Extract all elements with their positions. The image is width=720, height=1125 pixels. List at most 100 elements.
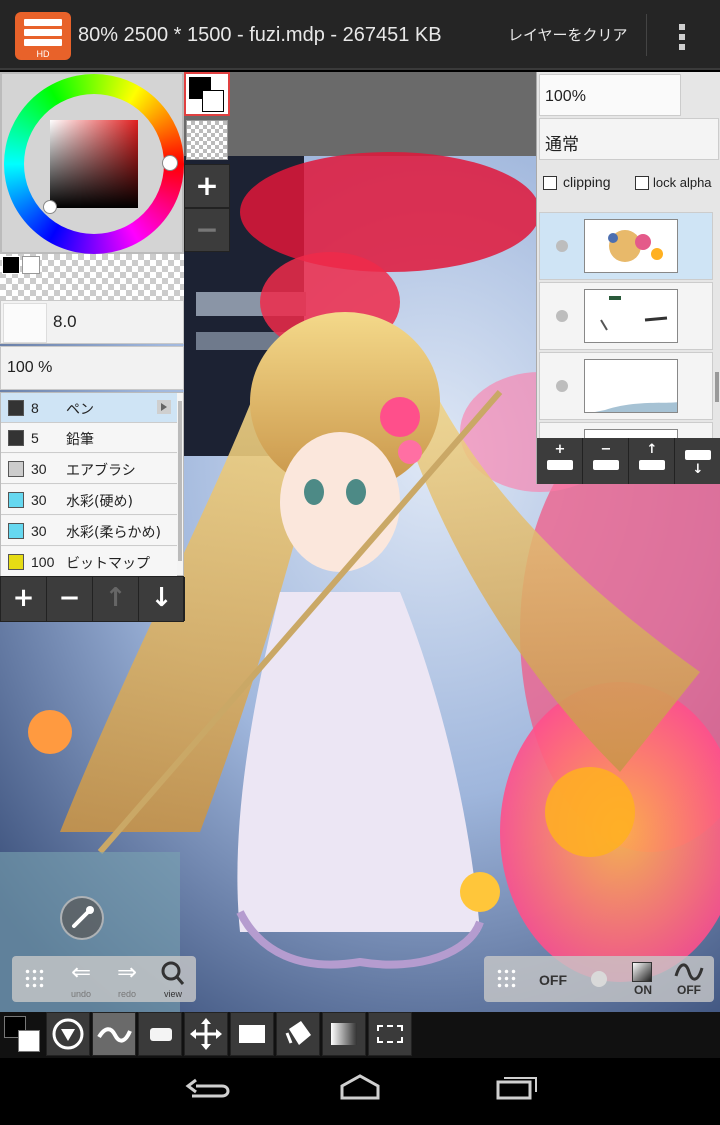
action-bar: HD 80% 2500 * 1500 - fuzi.mdp - 267451 K…: [0, 0, 720, 70]
brush-size-control[interactable]: 8.0: [0, 300, 184, 344]
hd-label: HD: [36, 49, 50, 59]
brush-item-bitmap[interactable]: 100 ビットマップ: [1, 547, 177, 577]
layer-thumbnail: [584, 359, 678, 413]
clipping-checkbox[interactable]: [543, 176, 557, 190]
move-brush-up-button[interactable]: ↑: [93, 577, 139, 621]
move-brush-down-button[interactable]: ↓: [139, 577, 185, 621]
document-title: 80% 2500 * 1500 - fuzi.mdp - 267451 KB: [78, 24, 442, 46]
brush-item-size: 100: [31, 554, 55, 570]
layer-row[interactable]: [539, 212, 713, 280]
hue-knob[interactable]: [162, 155, 178, 171]
add-layer-button[interactable]: +: [537, 438, 583, 484]
brush-actions: + − ↑ ↓: [0, 576, 185, 622]
layer-visibility-icon[interactable]: [556, 240, 568, 252]
brush-settings-arrow-icon[interactable]: [157, 400, 171, 414]
layer-row[interactable]: [539, 282, 713, 350]
layer-row[interactable]: [539, 422, 713, 438]
redo-button[interactable]: ⇒ redo: [104, 956, 150, 1002]
layer-thumbnail-image: [608, 230, 663, 262]
move-layer-up-button[interactable]: ↑: [629, 438, 675, 484]
gradient-square-icon: [632, 962, 652, 982]
remove-brush-button[interactable]: −: [47, 577, 93, 621]
blend-mode-select[interactable]: 通常: [539, 118, 719, 160]
color-picker[interactable]: [0, 72, 184, 254]
move-tool[interactable]: [184, 1012, 228, 1056]
brush-item-pen[interactable]: 8 ペン: [1, 393, 177, 423]
eyedropper-button[interactable]: [60, 896, 104, 940]
add-color-button[interactable]: +: [184, 164, 230, 208]
snap-off-label: OFF: [539, 972, 567, 988]
fill-rect-tool[interactable]: [230, 1012, 274, 1056]
brush-list-scrollbar[interactable]: [178, 401, 182, 561]
brush-item-name: 鉛筆: [66, 432, 94, 448]
saturation-knob[interactable]: [43, 200, 57, 214]
overflow-menu-icon[interactable]: [670, 22, 694, 52]
eraser-tool[interactable]: [138, 1012, 182, 1056]
saturation-value-square[interactable]: [50, 120, 138, 208]
layer-opacity-control[interactable]: 100%: [539, 74, 681, 116]
recents-icon[interactable]: [496, 1077, 537, 1100]
swatch-black[interactable]: [2, 256, 20, 274]
home-icon[interactable]: [340, 1074, 380, 1100]
back-icon[interactable]: [185, 1078, 230, 1098]
background-swatch: [18, 1030, 40, 1052]
brush-item-size: 30: [31, 492, 47, 508]
brush-color-swatch: [8, 554, 24, 570]
view-button[interactable]: view: [150, 956, 196, 1002]
left-toolbar-grip[interactable]: [12, 956, 58, 1002]
brush-item-watercolor-hard[interactable]: 30 水彩(硬め): [1, 485, 177, 515]
move-layer-down-button[interactable]: ↓: [675, 438, 720, 484]
right-toolbar-grip[interactable]: [484, 956, 530, 1002]
plus-icon: +: [554, 442, 566, 457]
system-navigation-bar: [0, 1058, 720, 1125]
brush-item-pencil[interactable]: 5 鉛筆: [1, 423, 177, 453]
layer-thumbnail-image: [600, 296, 668, 331]
down-triangle-icon: [52, 1018, 84, 1050]
brush-item-name: ペン: [66, 402, 94, 418]
layer-list-scrollbar[interactable]: [715, 372, 719, 402]
gradient-icon: [331, 1023, 357, 1045]
transparent-color[interactable]: [186, 120, 228, 160]
layer-visibility-icon[interactable]: [556, 380, 568, 392]
snap-off-toggle[interactable]: OFF: [530, 956, 576, 1002]
layer-opacity-value: 100%: [545, 88, 586, 105]
swatch-white[interactable]: [22, 256, 40, 274]
eyedropper-icon: [72, 906, 94, 928]
clipping-label: clipping: [563, 174, 611, 190]
brush-item-size: 8: [31, 400, 39, 416]
brush-size-value: 8.0: [53, 312, 77, 331]
fg-bg-color-tool[interactable]: [0, 1012, 44, 1056]
wave-icon: [674, 963, 704, 981]
background-color: [202, 90, 224, 112]
bucket-tool[interactable]: [276, 1012, 320, 1056]
clear-layer-button[interactable]: レイヤーをクリア: [508, 24, 628, 45]
correction-on-toggle[interactable]: ON: [620, 956, 666, 1002]
brush-tool[interactable]: [92, 1012, 136, 1056]
lock-alpha-checkbox[interactable]: [635, 176, 649, 190]
brush-item-airbrush[interactable]: 30 エアブラシ: [1, 454, 177, 484]
brush-item-size: 30: [31, 461, 47, 477]
remove-color-button[interactable]: −: [184, 208, 230, 252]
brush-opacity-control[interactable]: 100 %: [0, 346, 184, 390]
layer-visibility-icon[interactable]: [556, 310, 568, 322]
lock-alpha-label: lock alpha: [653, 175, 712, 190]
layer-thumbnail: [584, 289, 678, 343]
menu-triangle-tool[interactable]: [46, 1012, 90, 1056]
layer-thumbnail: [584, 219, 678, 273]
layer-flags: clipping lock alpha: [537, 168, 720, 202]
selection-tool[interactable]: [368, 1012, 412, 1056]
gradient-tool[interactable]: [322, 1012, 366, 1056]
brush-color-swatch: [8, 523, 24, 539]
brush-item-watercolor-soft[interactable]: 30 水彩(柔らかめ): [1, 516, 177, 546]
stroke-correction-toggle[interactable]: OFF: [666, 956, 712, 1002]
delete-layer-button[interactable]: −: [583, 438, 629, 484]
add-brush-button[interactable]: +: [1, 577, 47, 621]
app-menu-icon[interactable]: HD: [15, 12, 71, 60]
undo-button[interactable]: ⇐ undo: [58, 956, 104, 1002]
layer-row[interactable]: [539, 352, 713, 420]
antialias-toggle[interactable]: [576, 956, 620, 1002]
brush-item-name: 水彩(硬め): [66, 494, 133, 510]
brush-color-swatch: [8, 400, 24, 416]
foreground-background-color[interactable]: [184, 72, 230, 116]
brush-stroke-icon: [97, 1027, 132, 1043]
